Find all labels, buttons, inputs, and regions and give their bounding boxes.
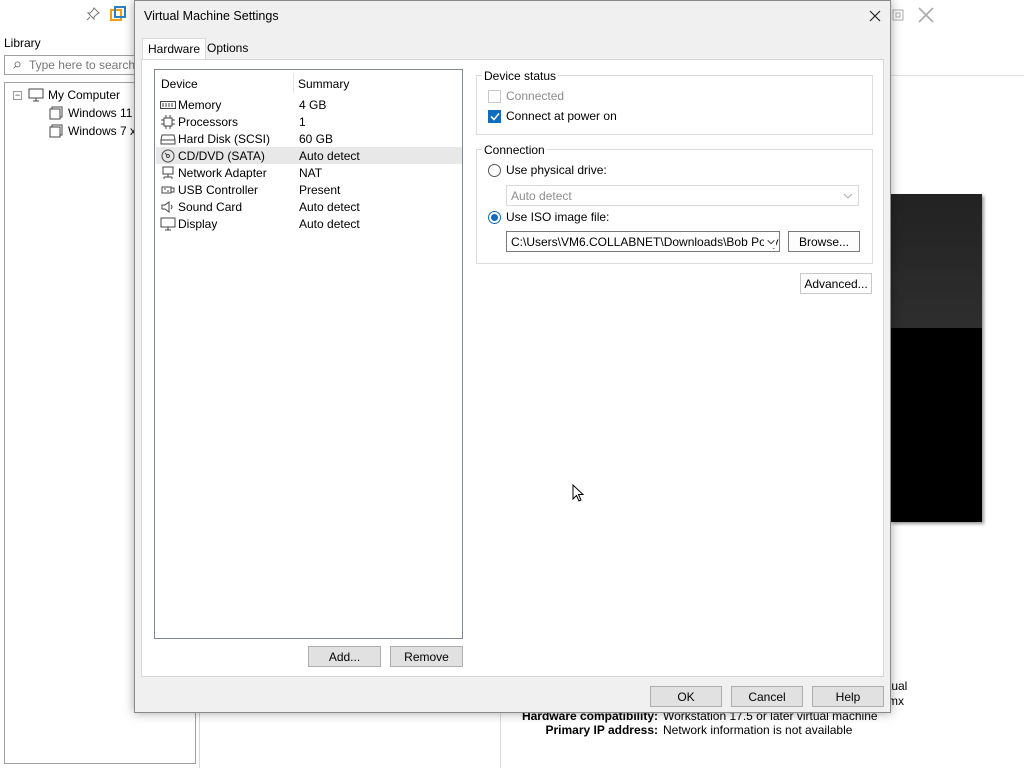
library-label: Library — [4, 36, 41, 50]
device-name: Display — [178, 217, 218, 231]
device-summary: 4 GB — [299, 98, 327, 112]
close-icon[interactable] — [916, 5, 936, 25]
group-label: Device status — [482, 69, 559, 83]
usb-icon — [160, 182, 176, 197]
chevron-down-icon — [843, 193, 853, 199]
group-label: Connection — [482, 143, 547, 157]
detail-row-primary-ip: Primary IP address: Network information … — [500, 723, 890, 739]
radio-circle[interactable] — [488, 210, 501, 224]
close-button[interactable] — [864, 5, 886, 27]
radio-circle[interactable] — [488, 163, 501, 177]
device-status-group: Device status Connected Connect at power… — [476, 69, 873, 135]
detail-value: Network information is not available — [663, 723, 853, 737]
connection-group: Connection Use physical drive: Auto dete… — [476, 143, 873, 264]
device-row-display[interactable]: Display Auto detect — [156, 215, 462, 232]
device-row-memory[interactable]: Memory 4 GB — [156, 96, 462, 113]
device-row-usb-controller[interactable]: USB Controller Present — [156, 181, 462, 198]
device-summary: Auto detect — [299, 200, 360, 214]
iso-path-value: C:\Users\VM6.COLLABNET\Downloads\Bob Pon… — [511, 234, 780, 249]
checkbox-label: Connected — [506, 89, 565, 103]
tab-options[interactable]: Options — [202, 38, 253, 59]
device-summary: Auto detect — [299, 217, 360, 231]
checkbox-label: Connect at power on — [506, 109, 617, 123]
help-button[interactable]: Help — [812, 686, 884, 707]
chevron-down-icon[interactable] — [764, 236, 776, 248]
tab-hardware[interactable]: Hardware — [142, 38, 207, 60]
search-placeholder: Type here to search — [28, 58, 135, 72]
remove-device-button[interactable]: Remove — [390, 646, 463, 667]
device-name: Network Adapter — [178, 166, 267, 180]
vm-icon — [49, 124, 63, 138]
hard-disk-icon — [160, 131, 176, 146]
hardware-tab-panel: Device Summary Memory 4 GB Processors 1 … — [141, 59, 884, 677]
sound-card-icon — [160, 199, 176, 214]
memory-icon — [160, 97, 176, 112]
device-name: USB Controller — [178, 183, 259, 197]
device-name: CD/DVD (SATA) — [178, 149, 265, 163]
ok-button[interactable]: OK — [650, 686, 722, 707]
physical-drive-select: Auto detect — [506, 185, 859, 206]
device-row-processors[interactable]: Processors 1 — [156, 113, 462, 130]
connected-checkbox: Connected — [488, 89, 564, 103]
tree-item-label: My Computer — [48, 88, 121, 102]
column-header-summary[interactable]: Summary — [298, 77, 349, 91]
detail-key: Primary IP address: — [545, 723, 658, 737]
display-icon — [160, 216, 176, 231]
checkmark-icon — [489, 112, 500, 121]
network-adapter-icon — [160, 165, 176, 180]
select-value: Auto detect — [511, 188, 572, 203]
device-row-sound-card[interactable]: Sound Card Auto detect — [156, 198, 462, 215]
cd-dvd-icon — [160, 148, 176, 163]
radio-label: Use ISO image file: — [506, 210, 610, 224]
advanced-button[interactable]: Advanced... — [800, 273, 872, 294]
close-icon — [869, 10, 881, 22]
device-list[interactable]: Device Summary Memory 4 GB Processors 1 … — [154, 69, 463, 639]
tree-item-label: Windows 11 — [68, 106, 133, 120]
dialog-title: Virtual Machine Settings — [144, 9, 279, 23]
device-summary: 1 — [299, 115, 306, 129]
device-summary: NAT — [299, 166, 323, 180]
divider — [890, 75, 1024, 76]
connect-at-power-on-checkbox[interactable]: Connect at power on — [488, 109, 617, 123]
pin-icon[interactable] — [82, 2, 104, 26]
column-separator[interactable] — [293, 73, 294, 93]
vm-icon — [49, 106, 63, 120]
device-row-cd-dvd[interactable]: CD/DVD (SATA) Auto detect — [156, 147, 462, 164]
device-row-network-adapter[interactable]: Network Adapter NAT — [156, 164, 462, 181]
column-header-device[interactable]: Device — [161, 77, 198, 91]
tree-item-windows-11[interactable]: Windows 11 — [49, 104, 132, 122]
device-name: Sound Card — [178, 200, 243, 214]
device-summary: Auto detect — [299, 149, 360, 163]
browse-button[interactable]: Browse... — [788, 231, 860, 252]
search-icon — [13, 61, 21, 69]
cancel-button[interactable]: Cancel — [731, 686, 803, 707]
device-list-header: Device Summary — [155, 70, 462, 97]
library-search-input[interactable]: Type here to search — [4, 55, 136, 75]
vm-screen-thumbnail[interactable] — [890, 194, 982, 522]
radio-label: Use physical drive: — [506, 163, 607, 177]
add-device-button[interactable]: Add... — [308, 646, 381, 667]
device-summary: Present — [299, 183, 341, 197]
use-physical-drive-radio[interactable]: Use physical drive: — [488, 163, 607, 177]
computer-icon — [28, 88, 44, 102]
iso-path-combobox[interactable]: C:\Users\VM6.COLLABNET\Downloads\Bob Pon… — [506, 231, 780, 252]
mouse-cursor-icon — [572, 484, 585, 502]
device-name: Processors — [178, 115, 239, 129]
collapse-icon[interactable]: − — [13, 90, 22, 100]
tree-item-my-computer[interactable]: − My Computer — [13, 86, 120, 104]
vm-settings-dialog: Virtual Machine Settings Hardware Option… — [134, 0, 891, 713]
vmware-app-icon[interactable] — [107, 2, 129, 26]
use-iso-image-radio[interactable]: Use ISO image file: — [488, 210, 609, 224]
restore-icon[interactable] — [890, 7, 906, 23]
bg-window-controls — [884, 2, 948, 28]
device-summary: 60 GB — [299, 132, 334, 146]
device-row-hard-disk[interactable]: Hard Disk (SCSI) 60 GB — [156, 130, 462, 147]
device-name: Memory — [178, 98, 222, 112]
processor-icon — [160, 114, 176, 129]
device-name: Hard Disk (SCSI) — [178, 132, 271, 146]
checkbox-box[interactable] — [488, 109, 501, 123]
checkbox-box — [488, 89, 501, 103]
